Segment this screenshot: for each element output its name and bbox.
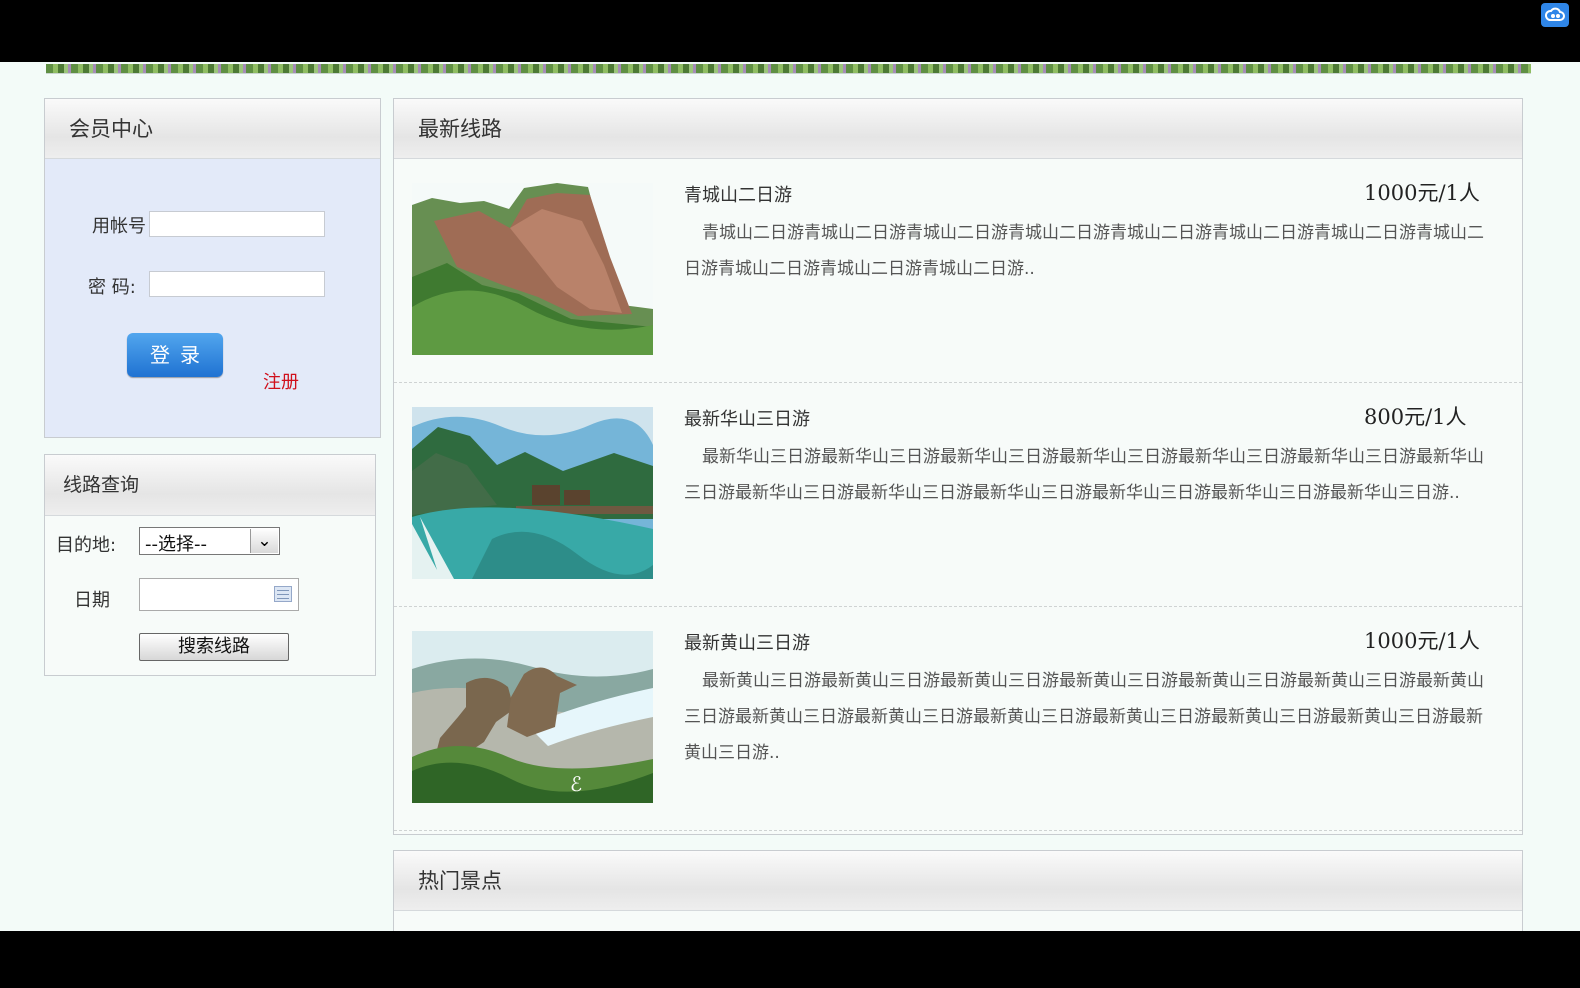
route-image-huangshan[interactable]: ℰ [412, 631, 653, 803]
svg-text:ℰ: ℰ [570, 772, 582, 796]
route-item-qingcheng[interactable]: 青城山二日游 1000元/1人 青城山二日游青城山二日游青城山二日游青城山二日游… [394, 159, 1522, 383]
chevron-down-icon[interactable]: ⌄ [250, 529, 278, 553]
member-login-form: 用帐号 密 码: 登录 注册 [45, 159, 380, 437]
route-title[interactable]: 最新黄山三日游 [684, 629, 810, 655]
hot-spots-title: 热门景点 [394, 851, 1522, 911]
latest-routes-panel: 最新线路 青城山二日游 1000元/1人 青城山二日游青城山二日游青城山二日游青… [393, 98, 1523, 835]
route-price: 1000元/1人 [1364, 181, 1480, 205]
account-input[interactable] [149, 211, 325, 237]
destination-label: 目的地: [56, 535, 117, 556]
route-item-huangshan[interactable]: ℰ 最新黄山三日游 1000元/1人 最新黄山三日游最新黄山三日游最新黄山三日游… [394, 607, 1522, 831]
route-item-huashan[interactable]: 最新华山三日游 800元/1人 最新华山三日游最新华山三日游最新华山三日游最新华… [394, 383, 1522, 607]
destination-select[interactable]: --选择-- ⌄ [139, 527, 280, 555]
password-input[interactable] [149, 271, 325, 297]
password-label: 密 码: [88, 277, 136, 298]
register-link[interactable]: 注册 [263, 368, 299, 394]
route-image-qingcheng[interactable] [412, 183, 653, 355]
route-query-panel: 线路查询 目的地: --选择-- ⌄ 日期 搜索线路 [44, 454, 376, 676]
route-description: 最新黄山三日游最新黄山三日游最新黄山三日游最新黄山三日游最新黄山三日游最新黄山三… [684, 671, 1484, 763]
cloud-icon [1545, 7, 1565, 21]
route-title[interactable]: 青城山二日游 [684, 181, 792, 207]
member-center-title: 会员中心 [45, 99, 380, 159]
bottom-black-bar [0, 931, 1580, 988]
route-description: 青城山二日游青城山二日游青城山二日游青城山二日游青城山二日游青城山二日游青城山二… [684, 223, 1484, 279]
banner-image-strip [46, 64, 1531, 74]
page-viewport: 会员中心 用帐号 密 码: 登录 注册 线路查询 目的地: --选择-- ⌄ 日… [0, 62, 1580, 931]
date-input[interactable] [139, 578, 299, 611]
route-price: 1000元/1人 [1364, 629, 1480, 653]
search-routes-button[interactable]: 搜索线路 [139, 633, 289, 661]
route-query-title: 线路查询 [45, 455, 375, 516]
login-button[interactable]: 登录 [127, 333, 223, 377]
route-image-huashan[interactable] [412, 407, 653, 579]
calendar-icon[interactable] [274, 586, 292, 602]
route-description: 最新华山三日游最新华山三日游最新华山三日游最新华山三日游最新华山三日游最新华山三… [684, 447, 1484, 503]
account-label: 用帐号 [92, 216, 146, 237]
cloud-sync-icon[interactable] [1541, 3, 1569, 27]
destination-selected-value: --选择-- [145, 534, 207, 555]
latest-routes-title: 最新线路 [394, 99, 1522, 159]
member-center-panel: 会员中心 用帐号 密 码: 登录 注册 [44, 98, 381, 438]
hot-spots-panel: 热门景点 [393, 850, 1523, 931]
route-title[interactable]: 最新华山三日游 [684, 405, 810, 431]
date-label: 日期 [74, 590, 110, 611]
route-price: 800元/1人 [1364, 405, 1467, 429]
